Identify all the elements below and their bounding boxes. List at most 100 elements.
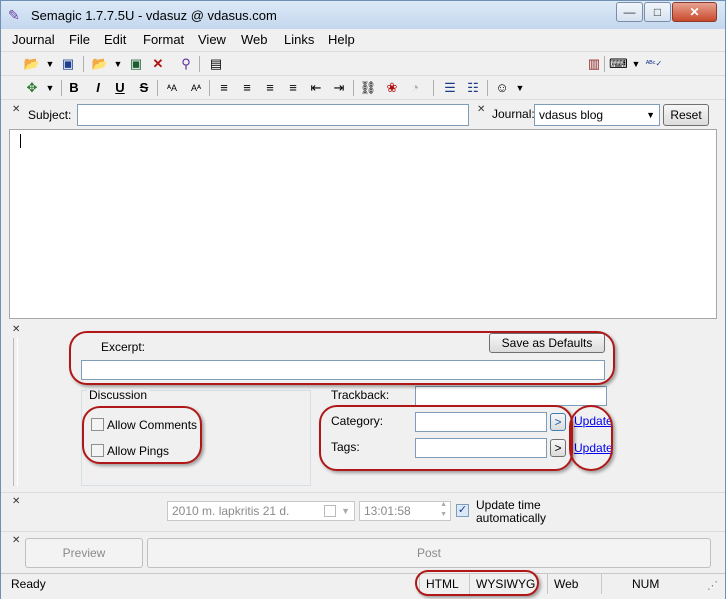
web-status: Web — [547, 574, 597, 594]
menu-web[interactable]: Web — [241, 32, 268, 47]
save-as-defaults-button[interactable]: Save as Defaults — [489, 333, 605, 353]
tags-label: Tags: — [331, 440, 360, 454]
close-icon: ✕ — [689, 5, 700, 19]
strikethrough-icon[interactable]: S — [135, 79, 153, 97]
menu-links[interactable]: Links — [284, 32, 314, 47]
date-value: 2010 m. lapkritis 21 d. — [172, 504, 290, 518]
menu-bar: Journal File Edit Format View Web Links … — [1, 29, 725, 51]
minimize-button[interactable]: — — [616, 2, 643, 22]
dropdown-arrow-icon[interactable]: ▼ — [627, 55, 645, 73]
align-right-icon[interactable]: ≡ — [284, 79, 302, 97]
underline-icon[interactable]: U — [111, 79, 129, 97]
expand-icon[interactable]: ✥ — [23, 79, 41, 97]
open-folder-icon[interactable]: 📂 — [23, 55, 41, 73]
maximize-button[interactable]: □ — [644, 2, 671, 22]
close-panel-icon[interactable]: ✕ — [12, 104, 20, 115]
text-cursor — [20, 134, 21, 148]
update-time-checkbox[interactable]: ✓ — [456, 504, 469, 517]
properties-icon[interactable]: ▤ — [207, 55, 225, 73]
book-icon[interactable]: ▥ — [585, 55, 603, 73]
time-value: 13:01:58 — [364, 504, 411, 518]
trackback-label: Trackback: — [331, 388, 390, 402]
app-window: ✎ Semagic 1.7.7.5U - vdasuz @ vdasus.com… — [0, 0, 726, 599]
resize-grip-icon[interactable]: ⋰ — [707, 579, 718, 592]
spellcheck-icon[interactable]: ᴬᴮᶜ✓ — [645, 55, 663, 73]
minimize-icon: — — [623, 5, 636, 19]
delete-icon[interactable]: ✕ — [149, 55, 167, 73]
bold-icon[interactable]: B — [65, 79, 83, 97]
close-button[interactable]: ✕ — [672, 2, 717, 22]
media-icon[interactable]: ◔ — [406, 79, 424, 97]
close-panel-icon[interactable]: ✕ — [12, 535, 20, 546]
menu-format[interactable]: Format — [143, 32, 184, 47]
close-panel-icon[interactable]: ✕ — [12, 324, 20, 335]
close-panel-icon[interactable]: ✕ — [12, 496, 20, 507]
tags-expand-button[interactable]: > — [550, 439, 566, 457]
font-smaller-icon[interactable]: ᴬA — [163, 79, 181, 97]
palette-icon[interactable]: ☺ — [493, 79, 511, 97]
image-icon[interactable]: ❀ — [383, 79, 401, 97]
dropdown-arrow-icon[interactable]: ▼ — [109, 55, 127, 73]
allow-pings-checkbox[interactable] — [91, 444, 104, 457]
maximize-icon: □ — [653, 5, 662, 19]
italic-icon[interactable]: I — [89, 79, 107, 97]
allow-comments-checkbox[interactable] — [91, 418, 104, 431]
journal-select[interactable]: vdasus blog ▼ — [534, 104, 660, 126]
category-label: Category: — [331, 414, 384, 428]
spin-icon: ▲ ▼ — [440, 501, 447, 518]
font-larger-icon[interactable]: Aᴬ — [187, 79, 205, 97]
menu-help[interactable]: Help — [328, 32, 355, 47]
menu-file[interactable]: File — [69, 32, 90, 47]
trackback-input[interactable] — [415, 386, 607, 406]
link-icon[interactable]: ⛓ — [359, 79, 377, 97]
excerpt-input[interactable] — [81, 360, 605, 380]
dropdown-arrow-icon[interactable]: ▼ — [41, 55, 59, 73]
menu-journal[interactable]: Journal — [12, 32, 55, 47]
dropdown-arrow-icon[interactable]: ▼ — [511, 79, 529, 97]
wysiwyg-mode-tab[interactable]: WYSIWYG — [469, 574, 541, 594]
action-row: ✕ Preview Post — [1, 531, 725, 574]
bulleted-list-icon[interactable]: ☰ — [441, 79, 459, 97]
options-panel: ✕ Excerpt: Save as Defaults Discussion A… — [1, 320, 725, 492]
indent-icon[interactable]: ⇥ — [330, 79, 348, 97]
align-justify-icon[interactable]: ≡ — [261, 79, 279, 97]
subject-input[interactable] — [77, 104, 469, 126]
main-toolbar: 📂 ▼ ▣ 📂 ▼ ▣ ✕ ⚲ ▤ ▥ ⌨ ▼ ᴬᴮᶜ✓ — [1, 51, 725, 76]
category-expand-button[interactable]: > — [550, 413, 566, 431]
preview-button[interactable]: Preview — [25, 538, 143, 568]
date-picker[interactable]: 2010 m. lapkritis 21 d. ▼ — [167, 501, 355, 521]
find-icon[interactable]: ⚲ — [177, 55, 195, 73]
window-title: Semagic 1.7.7.5U - vdasuz @ vdasus.com — [31, 8, 277, 23]
journal-label: Journal: — [492, 107, 535, 121]
align-center-icon[interactable]: ≡ — [238, 79, 256, 97]
save-draft-icon[interactable]: ▣ — [127, 55, 145, 73]
keyboard-icon[interactable]: ⌨ — [609, 55, 628, 73]
tags-input[interactable] — [415, 438, 547, 458]
category-input[interactable] — [415, 412, 547, 432]
app-logo-icon: ✎ — [8, 7, 20, 23]
category-update-link[interactable]: Update — [574, 414, 613, 428]
menu-edit[interactable]: Edit — [104, 32, 126, 47]
allow-comments-label: Allow Comments — [107, 418, 198, 432]
dropdown-arrow-icon[interactable]: ▼ — [41, 79, 59, 97]
subject-label: Subject: — [28, 108, 72, 122]
status-text: Ready — [11, 577, 46, 591]
reset-button[interactable]: Reset — [663, 104, 709, 126]
post-editor[interactable] — [9, 129, 717, 319]
excerpt-label: Excerpt: — [101, 340, 146, 354]
outdent-icon[interactable]: ⇤ — [307, 79, 325, 97]
numbered-list-icon[interactable]: ☷ — [464, 79, 482, 97]
align-left-icon[interactable]: ≡ — [215, 79, 233, 97]
open-draft-icon[interactable]: 📂 — [91, 55, 109, 73]
save-icon[interactable]: ▣ — [59, 55, 77, 73]
subject-row: ✕ Subject: ✕ Journal: vdasus blog ▼ Rese… — [1, 99, 725, 130]
html-mode-tab[interactable]: HTML — [419, 574, 463, 594]
menu-view[interactable]: View — [198, 32, 226, 47]
discussion-group — [81, 390, 311, 486]
datetime-row: ✕ 2010 m. lapkritis 21 d. ▼ 13:01:58 ▲ ▼ … — [1, 492, 725, 531]
update-time-label: Update time automatically — [476, 498, 547, 525]
tags-update-link[interactable]: Update — [574, 441, 613, 455]
time-field[interactable]: 13:01:58 ▲ ▼ — [359, 501, 451, 521]
post-button[interactable]: Post — [147, 538, 711, 568]
close-panel-icon[interactable]: ✕ — [477, 104, 485, 115]
